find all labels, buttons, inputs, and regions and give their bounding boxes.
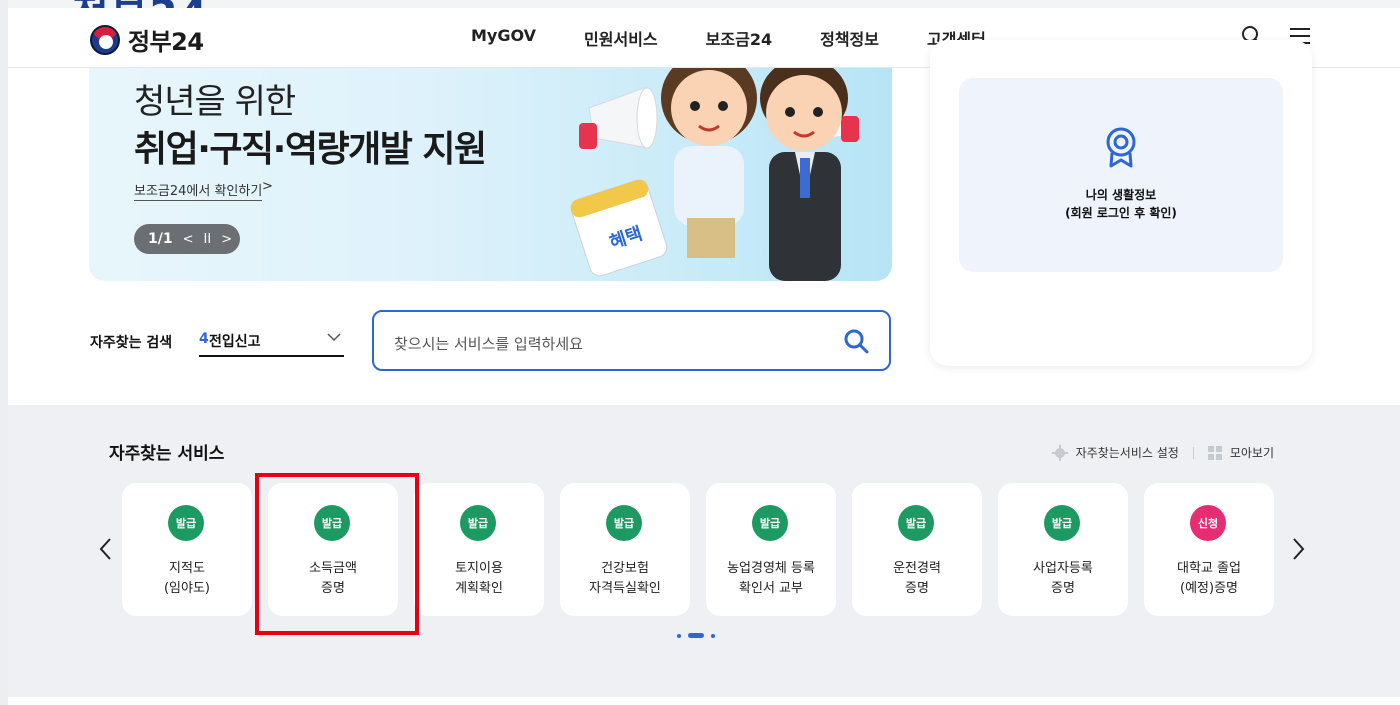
pager-next-button[interactable]: > [221,232,232,247]
select-rank: 4 [199,331,209,347]
banner-link[interactable]: 보조금24에서 확인하기 [134,180,263,201]
card-subtitle: 자격득실확인 [589,581,661,596]
service-search-box[interactable]: 찾으시는 서비스를 입력하세요 [372,310,891,371]
divider [1192,446,1194,459]
carousel-dots [677,633,715,638]
promo-banner[interactable]: 청년을 위한 취업·구직·역량개발 지원 보조금24에서 확인하기 > 1/1 … [89,68,892,281]
logo[interactable]: 정부24 [90,22,204,57]
card-subtitle: (임야도) [163,581,211,596]
service-card-business-registration[interactable]: 발급 사업자등록 증명 [998,483,1128,616]
carousel-dot[interactable] [711,633,715,638]
card-subtitle: 증명 [1051,581,1075,596]
pager-count: 1/1 [148,231,173,247]
banner-illustration: 혜택 [570,68,859,281]
frequent-search-select[interactable]: 4 전입신고 [199,325,344,357]
top-gutter [0,0,1400,8]
taegeuk-logo-icon [90,24,120,55]
issue-badge: 발급 [752,505,788,541]
issue-badge: 발급 [1044,505,1080,541]
nav-mygov[interactable]: MyGOV [471,26,536,50]
carousel-dot-active[interactable] [688,633,704,638]
service-card-graduation-certificate[interactable]: 신청 대학교 졸업 (예정)증명 [1144,483,1274,616]
banner-title-line1: 청년을 위한 [134,82,296,122]
grid-icon [1207,445,1222,460]
service-card-farm-registration[interactable]: 발급 농업경영체 등록 확인서 교부 [706,483,836,616]
card-title: 건강보험 [601,561,649,576]
banner-pager: 1/1 < II > [134,224,240,254]
issue-badge: 발급 [460,505,496,541]
card-title: 농업경영체 등록 [727,561,815,576]
gear-icon [1051,444,1068,461]
nav-subsidy24[interactable]: 보조금24 [706,26,772,50]
character-man [760,68,848,281]
issue-badge: 발급 [168,505,204,541]
favorite-tools: 자주찾는서비스 설정 모아보기 [1051,444,1274,461]
logo-text: 정부24 [128,28,204,56]
favorite-settings-link[interactable]: 자주찾는서비스 설정 [1076,444,1179,461]
card-title: 토지이용 [455,561,503,576]
banner-title-line2: 취업·구직·역량개발 지원 [134,129,487,170]
life-info-card: 나의 생활정보 (회원 로그인 후 확인) [930,40,1312,366]
left-gutter [0,0,8,705]
nav-civil-services[interactable]: 민원서비스 [584,26,658,50]
favorite-services-title: 자주찾는 서비스 [109,444,225,464]
pager-prev-button[interactable]: < [183,232,194,247]
favorite-services-section: 자주찾는 서비스 자주찾는서비스 설정 모아보기 발급 지적도 (임야도) 발급… [8,405,1400,697]
select-value: 전입신고 [209,334,261,350]
pager-pause-button[interactable]: II [204,232,212,247]
frequent-search-label: 자주찾는 검색 [90,335,173,351]
chevron-right-icon: > [262,179,273,194]
chevron-left-icon[interactable] [96,535,116,563]
megaphone-icon [579,87,658,149]
chevron-down-icon [327,333,341,342]
apply-badge: 신청 [1190,505,1226,541]
issue-badge: 발급 [898,505,934,541]
chevron-right-icon[interactable] [1288,535,1308,563]
search-icon[interactable] [843,328,869,354]
issue-badge: 발급 [606,505,642,541]
view-all-link[interactable]: 모아보기 [1230,444,1274,461]
calendar-icon [570,179,668,277]
card-subtitle: (예정)증명 [1180,581,1238,596]
service-card-health-insurance[interactable]: 발급 건강보험 자격득실확인 [560,483,690,616]
life-info-subtitle: (회원 로그인 후 확인) [1065,206,1177,220]
life-info-box[interactable]: 나의 생활정보 (회원 로그인 후 확인) [959,78,1283,272]
carousel-dot[interactable] [677,633,681,638]
card-subtitle: 확인서 교부 [739,581,803,596]
nav-policy-info[interactable]: 정책정보 [820,26,879,50]
card-subtitle: 증명 [905,581,929,596]
card-title: 지적도 [169,561,205,576]
search-input[interactable]: 찾으시는 서비스를 입력하세요 [394,333,583,354]
life-info-title: 나의 생활정보 [1085,188,1157,202]
card-subtitle: 계획확인 [455,581,503,596]
highlight-box [255,473,419,635]
card-title: 사업자등록 [1033,561,1093,576]
main-nav: MyGOV 민원서비스 보조금24 정책정보 고객센터 [471,26,986,50]
card-title: 운전경력 [893,561,941,576]
service-card-driving-record[interactable]: 발급 운전경력 증명 [852,483,982,616]
character-woman [661,68,757,258]
service-card-cadastral-map[interactable]: 발급 지적도 (임야도) [122,483,252,616]
card-title: 대학교 졸업 [1177,561,1241,576]
service-card-land-use-plan[interactable]: 발급 토지이용 계획확인 [414,483,544,616]
award-medal-icon [1106,127,1136,168]
